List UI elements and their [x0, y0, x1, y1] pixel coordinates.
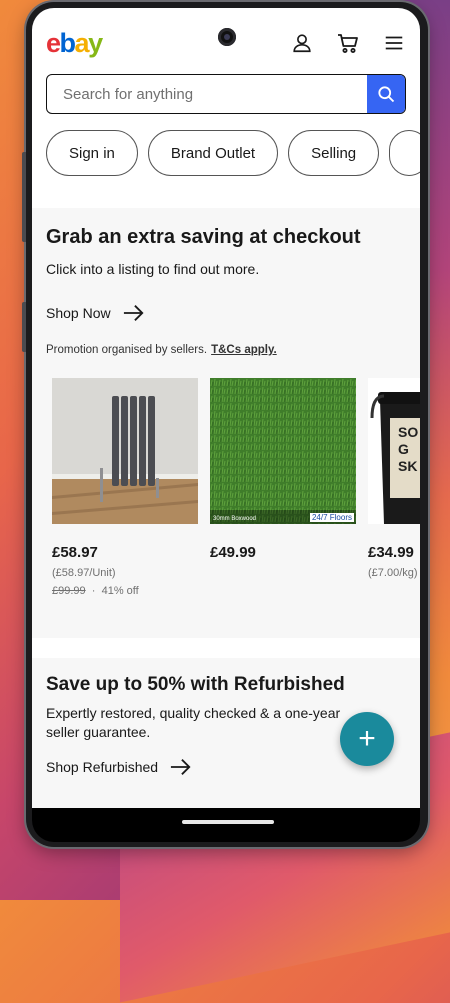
terms-link[interactable]: T&Cs apply. [211, 344, 277, 356]
product-carousel[interactable]: £58.97 (£58.97/Unit) £99.99 · 41% off 30… [52, 378, 420, 608]
product-unit-price: (£7.00/kg) [368, 567, 418, 579]
search-button[interactable] [367, 75, 405, 113]
chip-selling[interactable]: Selling [288, 130, 380, 176]
product-image-grass: 30mm Boxwood 24/7 Floors [210, 378, 356, 524]
ebay-logo[interactable]: ebay [46, 28, 103, 59]
product-price: £34.99 [368, 544, 414, 561]
arrow-right-icon [123, 305, 144, 321]
power-button [22, 302, 26, 352]
product-image-radiator [52, 378, 198, 524]
chip-brand-outlet[interactable]: Brand Outlet [147, 130, 279, 176]
product-card[interactable]: 30mm Boxwood 24/7 Floors £49.99 [210, 378, 358, 561]
product-discount: £99.99 · 41% off [52, 585, 139, 597]
system-nav-bar [32, 808, 420, 842]
product-card[interactable]: SO G SK £34.99 (£7.00/kg) [368, 378, 420, 579]
search-icon [378, 86, 395, 103]
refurbished-title: Save up to 50% with Refurbished [46, 674, 345, 695]
tub-label: SO G SK [398, 424, 419, 474]
arrow-right-icon [170, 759, 191, 775]
app-screen: ebay Sign in [32, 8, 420, 808]
promo-title: Grab an extra saving at checkout [46, 226, 361, 248]
shop-refurbished-link[interactable]: Shop Refurbished [46, 758, 192, 776]
product-price: £58.97 [52, 544, 98, 561]
product-card[interactable]: £58.97 (£58.97/Unit) £99.99 · 41% off [52, 378, 200, 597]
menu-icon[interactable] [381, 30, 407, 56]
shop-now-link[interactable]: Shop Now [46, 304, 145, 322]
product-image-paint-tub: SO G SK [368, 378, 420, 524]
add-fab-button[interactable]: + [340, 712, 394, 766]
refurbished-subtitle: Expertly restored, quality checked & a o… [46, 705, 341, 740]
home-gesture-pill[interactable] [182, 820, 274, 824]
promo-subtitle: Click into a listing to find out more. [46, 261, 260, 277]
volume-button [22, 152, 26, 242]
front-camera [218, 28, 236, 46]
user-icon[interactable] [289, 30, 315, 56]
chip-sign-in[interactable]: Sign in [46, 130, 138, 176]
shop-now-label: Shop Now [46, 305, 111, 321]
promo-note: Promotion organised by sellers. T&Cs appl… [46, 344, 277, 356]
product-price: £49.99 [210, 544, 256, 561]
product-unit-price: (£58.97/Unit) [52, 567, 116, 579]
phone-frame: ebay Sign in [22, 2, 428, 847]
plus-icon: + [358, 722, 376, 755]
chip-row: Sign in Brand Outlet Selling [46, 130, 420, 178]
shop-refurbished-label: Shop Refurbished [46, 759, 159, 775]
chip-more[interactable] [389, 130, 420, 176]
search-input[interactable] [47, 75, 367, 113]
search-bar [46, 74, 406, 114]
cart-icon[interactable] [335, 30, 361, 56]
promo-section: Grab an extra saving at checkout Click i… [32, 208, 420, 638]
